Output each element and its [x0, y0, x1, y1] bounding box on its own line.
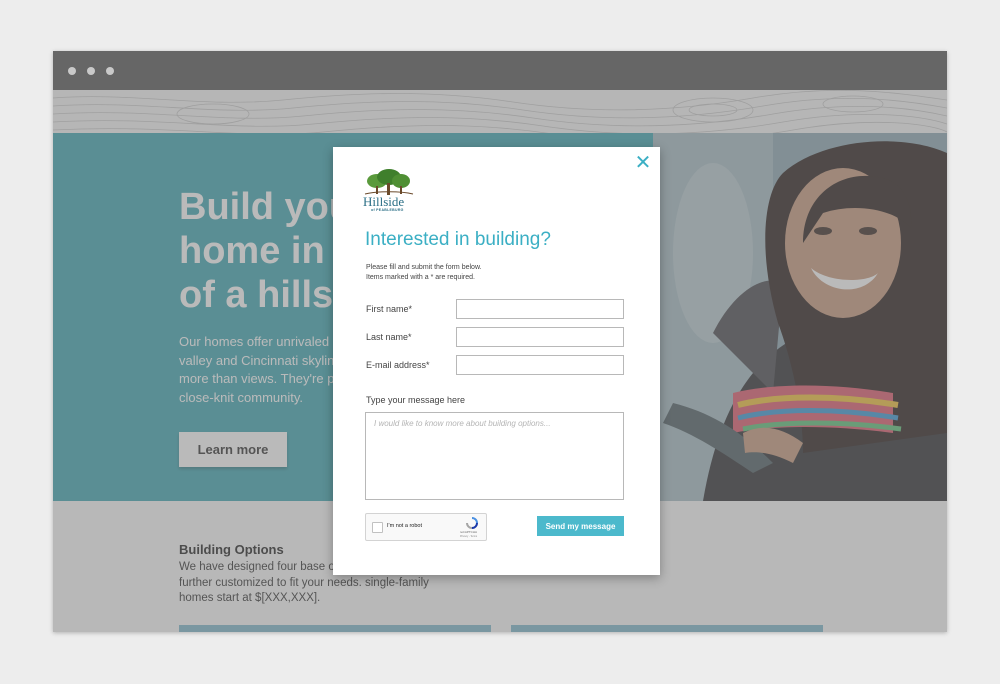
- modal-title: Interested in building?: [365, 229, 551, 250]
- recaptcha-widget: I'm not a robot reCAPTCHA Privacy - Term…: [365, 513, 487, 541]
- send-message-button[interactable]: Send my message: [537, 516, 624, 536]
- window-titlebar: [53, 51, 947, 90]
- contact-modal: ✕ Hillside of PEABLEBURG Interested in b…: [333, 147, 660, 575]
- first-name-label: First name*: [366, 304, 413, 314]
- logo-subtitle: of PEABLEBURG: [371, 208, 404, 212]
- recaptcha-label: I'm not a robot: [387, 523, 422, 529]
- first-name-input[interactable]: [456, 299, 624, 319]
- recaptcha-checkbox[interactable]: [372, 522, 383, 533]
- email-input[interactable]: [456, 355, 624, 375]
- email-label: E-mail address*: [366, 360, 430, 370]
- website: Build your home in the of a hillside Our…: [53, 90, 947, 632]
- recaptcha-brand: reCAPTCHA: [460, 530, 478, 534]
- window-control-dot[interactable]: [68, 67, 76, 75]
- form-instructions: Please fill and submit the form below. I…: [366, 264, 482, 281]
- window-control-dot[interactable]: [87, 67, 95, 75]
- recaptcha-icon: [466, 517, 478, 529]
- browser-window: Build your home in the of a hillside Our…: [53, 51, 947, 632]
- message-textarea[interactable]: [365, 412, 624, 500]
- recaptcha-links[interactable]: Privacy - Terms: [460, 535, 477, 538]
- last-name-input[interactable]: [456, 327, 624, 347]
- close-icon[interactable]: ✕: [634, 152, 652, 172]
- message-label: Type your message here: [366, 395, 466, 405]
- window-control-dot[interactable]: [106, 67, 114, 75]
- last-name-label: Last name*: [366, 332, 412, 342]
